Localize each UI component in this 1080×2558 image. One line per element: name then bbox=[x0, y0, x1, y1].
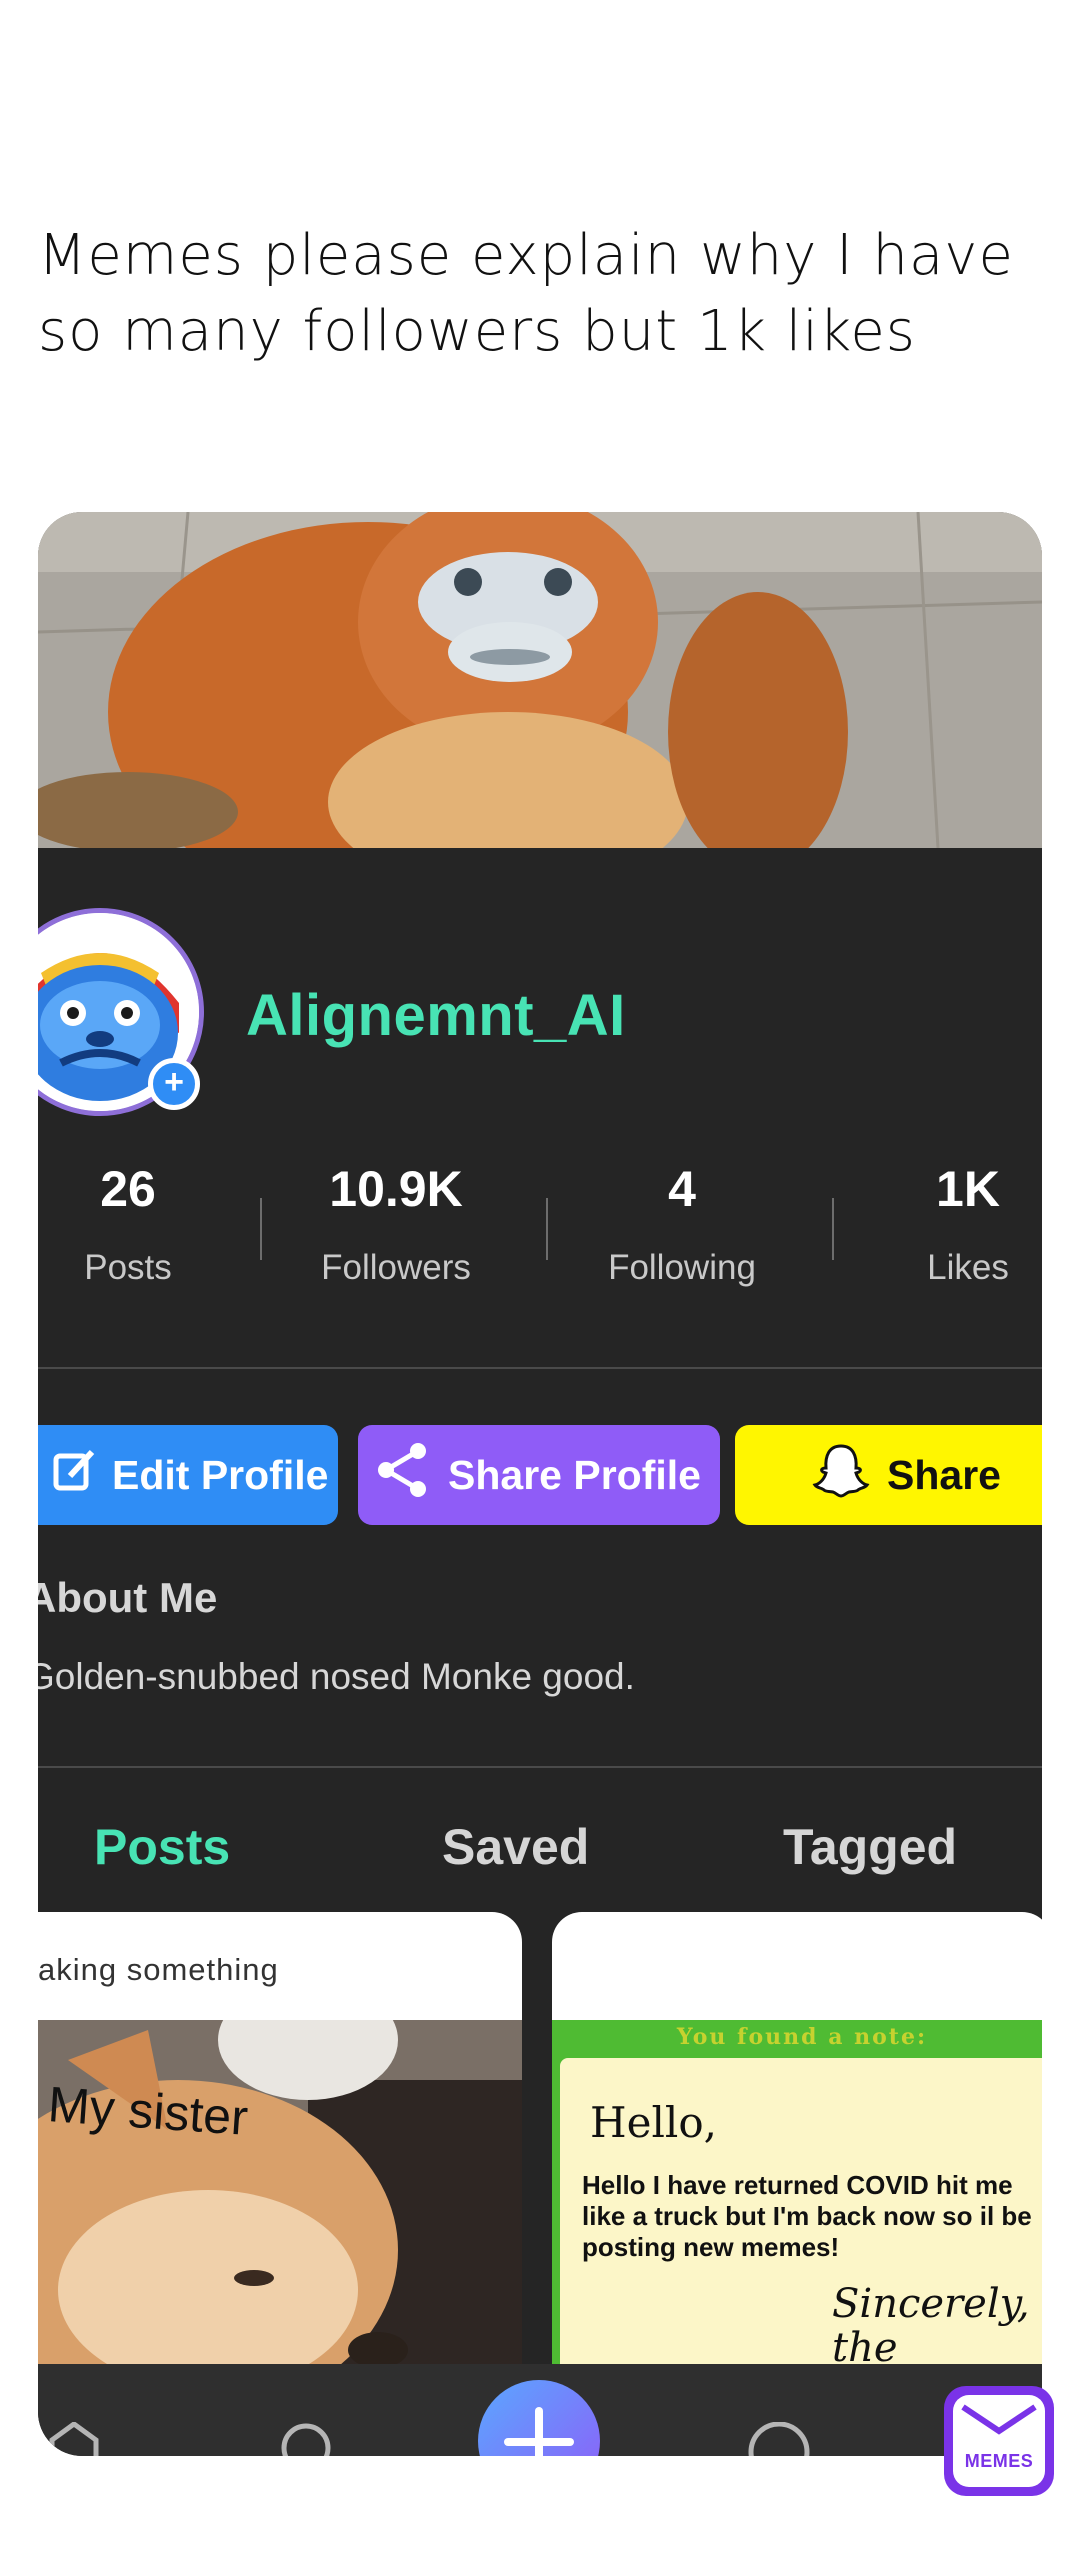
profile-banner-image bbox=[38, 512, 1042, 848]
snapchat-share-button[interactable]: Share bbox=[735, 1425, 1042, 1525]
tab-tagged[interactable]: Tagged bbox=[783, 1818, 957, 1876]
post-thumbnail[interactable]: You found a note: Hello, Hello I have re… bbox=[552, 1912, 1042, 2372]
stat-following[interactable]: 4 Following bbox=[582, 1160, 782, 1288]
stat-value: 26 bbox=[100, 1161, 156, 1217]
stat-divider bbox=[546, 1198, 548, 1260]
about-title: About Me bbox=[38, 1574, 218, 1621]
note-body: Hello I have returned COVID hit me like … bbox=[582, 2170, 1032, 2262]
about-text: Golden-snubbed nosed Monke good. bbox=[38, 1656, 635, 1697]
username: Alignemnt_AI bbox=[246, 983, 626, 1048]
post-thumbnail[interactable]: aking something My sister bbox=[38, 1912, 522, 2372]
stat-label: Following bbox=[608, 1248, 756, 1287]
tab-saved[interactable]: Saved bbox=[442, 1818, 589, 1876]
dog-meme-image: My sister bbox=[38, 2020, 522, 2372]
stat-value: 1K bbox=[936, 1161, 1000, 1217]
stat-label: Posts bbox=[84, 1248, 172, 1287]
notifications-icon[interactable] bbox=[746, 2421, 812, 2456]
share-profile-button[interactable]: Share Profile bbox=[358, 1425, 720, 1525]
home-icon[interactable] bbox=[48, 2420, 100, 2456]
stat-likes[interactable]: 1K Likes bbox=[868, 1160, 1042, 1288]
stat-posts[interactable]: 26 Posts bbox=[38, 1160, 228, 1288]
screenshot-card: + Alignemnt_AI 26 Posts 10.9K Followers … bbox=[38, 512, 1042, 2456]
add-photo-icon[interactable]: + bbox=[148, 1058, 200, 1110]
note-signature: Sincerely, the Zombies bbox=[832, 2281, 1030, 2372]
post-caption: Memes please explain why I have so many … bbox=[38, 223, 1014, 364]
snapchat-ghost-icon bbox=[811, 1440, 871, 1510]
stat-label: Likes bbox=[927, 1248, 1009, 1287]
share-profile-label: Share Profile bbox=[448, 1451, 701, 1498]
note-header: You found a note: bbox=[676, 2024, 928, 2050]
edit-profile-label: Edit Profile bbox=[112, 1451, 329, 1498]
post-caption-text: aking something bbox=[38, 1952, 279, 1987]
plus-icon bbox=[535, 2407, 543, 2456]
search-icon[interactable] bbox=[280, 2422, 336, 2456]
tab-posts[interactable]: Posts bbox=[94, 1818, 230, 1876]
stat-divider bbox=[260, 1198, 262, 1260]
stat-divider bbox=[832, 1198, 834, 1260]
note-meme-image: You found a note: Hello, Hello I have re… bbox=[552, 2020, 1042, 2372]
logo-text: MEMES bbox=[964, 2451, 1034, 2471]
divider bbox=[38, 1766, 1042, 1768]
envelope-icon bbox=[961, 2404, 1037, 2435]
stat-followers[interactable]: 10.9K Followers bbox=[296, 1160, 496, 1288]
divider bbox=[38, 1367, 1042, 1369]
memes-logo: MEMES bbox=[944, 2386, 1054, 2496]
share-icon bbox=[374, 1441, 432, 1509]
stat-value: 10.9K bbox=[329, 1161, 463, 1217]
stat-label: Followers bbox=[321, 1248, 471, 1287]
stat-value: 4 bbox=[668, 1161, 696, 1217]
edit-icon bbox=[52, 1448, 96, 1502]
snapchat-share-label: Share bbox=[887, 1451, 1001, 1498]
edit-profile-button[interactable]: Edit Profile bbox=[38, 1425, 338, 1525]
note-greeting: Hello, bbox=[590, 2098, 717, 2147]
